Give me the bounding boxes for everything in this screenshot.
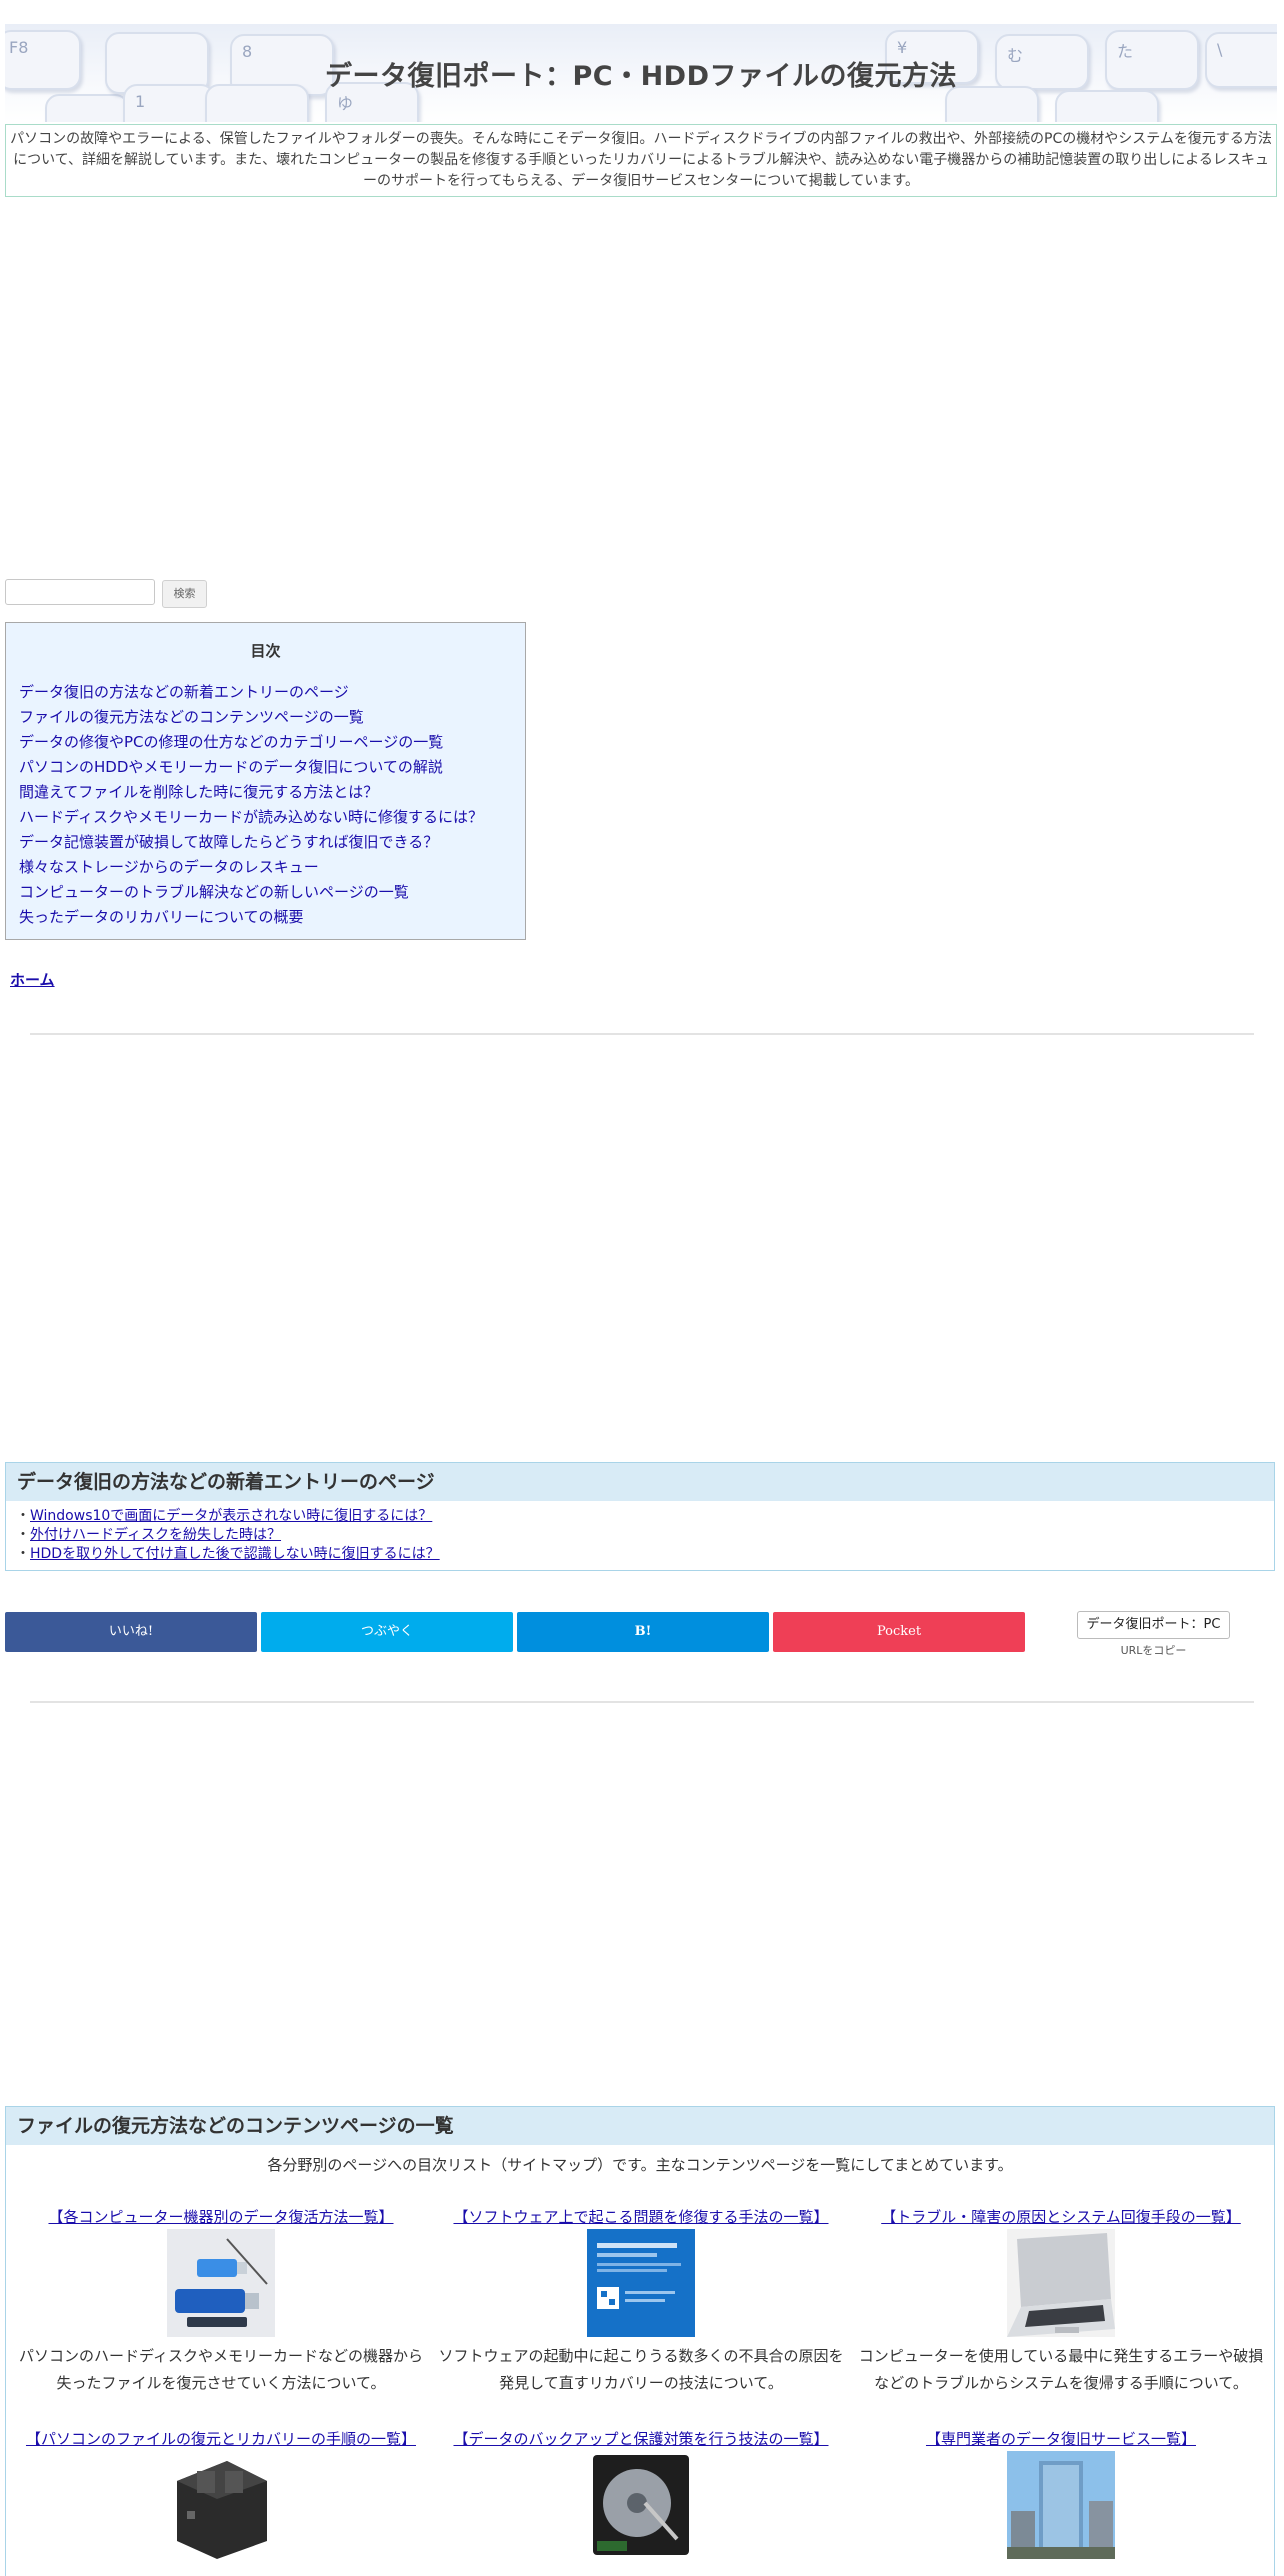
- toc-item: データ記憶装置が破損して故障したらどうすれば復旧できる？: [19, 830, 483, 855]
- toc-link[interactable]: データの修復やPCの修理の仕方などのカテゴリーページの一覧: [19, 733, 443, 751]
- toc-item: ハードディスクやメモリーカードが読み込めない時に修復するには？: [19, 805, 483, 830]
- toc-list: データ復旧の方法などの新着エントリーのページ ファイルの復元方法などのコンテンツ…: [19, 680, 483, 930]
- sitemap-card-link[interactable]: 【トラブル・障害の原因とシステム回復手段の一覧】: [851, 2207, 1271, 2227]
- toc-item: 間違えてファイルを削除した時に復元する方法とは？: [19, 780, 483, 805]
- sitemap-card: 【専門業者のデータ復旧サービス一覧】: [851, 2429, 1271, 2565]
- copy-url-field[interactable]: データ復旧ポート：PC: [1077, 1611, 1230, 1639]
- key-label: ゆ: [337, 94, 354, 113]
- search-input[interactable]: [5, 579, 155, 605]
- key-label: 1: [135, 92, 146, 111]
- toc-item: 失ったデータのリカバリーについての概要: [19, 905, 483, 930]
- blue-screen-error-image[interactable]: [587, 2229, 695, 2337]
- sitemap-card: 【ソフトウェア上で起こる問題を修復する手法の一覧】 ソフトウェアの起動中に起こり…: [431, 2207, 851, 2397]
- sitemap-card-description: ソフトウェアの起動中に起こりうる数多くの不具合の原因を発見して直すリカバリーの技…: [438, 2347, 844, 2392]
- divider: [30, 1701, 1254, 1703]
- twitter-tweet-button[interactable]: つぶやく: [261, 1612, 513, 1652]
- bullet: ・: [16, 1508, 30, 1524]
- toc-link[interactable]: 様々なストレージからのデータのレスキュー: [19, 858, 319, 876]
- list-item: ・Windows10で画面にデータが表示されない時に復旧するには？: [16, 1507, 1274, 1526]
- toc-item: 様々なストレージからのデータのレスキュー: [19, 855, 483, 880]
- toc-link[interactable]: ハードディスクやメモリーカードが読み込めない時に修復するには？: [19, 808, 483, 826]
- copy-url-label: URLをコピー: [1120, 1644, 1187, 1657]
- toc-link[interactable]: ファイルの復元方法などのコンテンツページの一覧: [19, 708, 364, 726]
- hatena-bookmark-button[interactable]: B!: [517, 1612, 769, 1652]
- keyboard-key: [45, 94, 129, 122]
- sitemap-card-link[interactable]: 【ソフトウェア上で起こる問題を修復する手法の一覧】: [431, 2207, 851, 2227]
- toc-item: コンピューターのトラブル解決などの新しいページの一覧: [19, 880, 483, 905]
- toc-link[interactable]: データ復旧の方法などの新着エントリーのページ: [19, 683, 349, 701]
- hdd-dock-image[interactable]: [167, 2451, 275, 2559]
- usb-memory-devices-image[interactable]: [167, 2229, 275, 2337]
- sitemap-card-link[interactable]: 【専門業者のデータ復旧サービス一覧】: [851, 2429, 1271, 2449]
- toc-link[interactable]: 失ったデータのリカバリーについての概要: [19, 908, 304, 926]
- sitemap-intro: 各分野別のページへの目次リスト（サイトマップ）です。主なコンテンツページを一覧に…: [267, 2156, 1013, 2174]
- sitemap-card: 【各コンピューター機器別のデータ復活方法一覧】 パソコンのハードディスクやメモリ…: [11, 2207, 431, 2397]
- site-header: F8 1 8 ゆ ¥ む た \ データ復旧ポート：PC・HDDファイルの復元方…: [5, 24, 1277, 122]
- pocket-button[interactable]: Pocket: [773, 1612, 1025, 1652]
- toc-item: データの修復やPCの修理の仕方などのカテゴリーページの一覧: [19, 730, 483, 755]
- toc-title: 目次: [250, 642, 281, 660]
- sitemap-card: 【データのバックアップと保護対策を行う技法の一覧】: [431, 2429, 851, 2565]
- sitemap-card-link[interactable]: 【パソコンのファイルの復元とリカバリーの手順の一覧】: [11, 2429, 431, 2449]
- keyboard-key: [1055, 90, 1159, 122]
- breadcrumb-home-link[interactable]: ホーム: [10, 969, 55, 990]
- new-entry-link[interactable]: 外付けハードディスクを紛失した時は？: [30, 1527, 281, 1543]
- sitemap-card-description: コンピューターを使用している最中に発生するエラーや破損などのトラブルからシステム…: [858, 2347, 1264, 2392]
- site-description: パソコンの故障やエラーによる、保管したファイルやフォルダーの喪失。そんな時にこそ…: [5, 124, 1277, 197]
- toc-link[interactable]: パソコンのHDDやメモリーカードのデータ復旧についての解説: [19, 758, 443, 776]
- facebook-like-button[interactable]: いいね!: [5, 1612, 257, 1652]
- toc-link[interactable]: 間違えてファイルを削除した時に復元する方法とは？: [19, 783, 378, 801]
- sitemap-section: ファイルの復元方法などのコンテンツページの一覧 各分野別のページへの目次リスト（…: [5, 2106, 1275, 2576]
- sitemap-card: 【トラブル・障害の原因とシステム回復手段の一覧】 コンピューターを使用している最…: [851, 2207, 1271, 2397]
- new-entry-link[interactable]: Windows10で画面にデータが表示されない時に復旧するには？: [30, 1508, 432, 1524]
- site-title[interactable]: データ復旧ポート：PC・HDDファイルの復元方法: [5, 54, 1277, 93]
- table-of-contents: 目次 データ復旧の方法などの新着エントリーのページ ファイルの復元方法などのコン…: [5, 622, 526, 940]
- laptop-computer-image[interactable]: [1007, 2229, 1115, 2337]
- opened-hard-disk-image[interactable]: [587, 2451, 695, 2559]
- toc-item: データ復旧の方法などの新着エントリーのページ: [19, 680, 483, 705]
- sitemap-heading: ファイルの復元方法などのコンテンツページの一覧: [6, 2107, 1274, 2145]
- sitemap-card-description: パソコンのハードディスクやメモリーカードなどの機器から失ったファイルを復元させて…: [19, 2347, 423, 2392]
- bullet: ・: [16, 1527, 30, 1543]
- office-building-image[interactable]: [1007, 2451, 1115, 2559]
- toc-link[interactable]: コンピューターのトラブル解決などの新しいページの一覧: [19, 883, 409, 901]
- list-item: ・HDDを取り外して付け直した後で認識しない時に復旧するには？: [16, 1545, 1274, 1564]
- new-entry-link[interactable]: HDDを取り外して付け直した後で認識しない時に復旧するには？: [30, 1546, 440, 1562]
- list-item: ・外付けハードディスクを紛失した時は？: [16, 1526, 1274, 1545]
- sitemap-card: 【パソコンのファイルの復元とリカバリーの手順の一覧】: [11, 2429, 431, 2565]
- toc-link[interactable]: データ記憶装置が破損して故障したらどうすれば復旧できる？: [19, 833, 438, 851]
- search-button[interactable]: 検索: [162, 580, 207, 608]
- toc-item: パソコンのHDDやメモリーカードのデータ復旧についての解説: [19, 755, 483, 780]
- sitemap-card-link[interactable]: 【データのバックアップと保護対策を行う技法の一覧】: [431, 2429, 851, 2449]
- bullet: ・: [16, 1546, 30, 1562]
- toc-item: ファイルの復元方法などのコンテンツページの一覧: [19, 705, 483, 730]
- divider: [30, 1033, 1254, 1035]
- new-entries-heading: データ復旧の方法などの新着エントリーのページ: [6, 1463, 1274, 1501]
- new-entries-list: ・Windows10で画面にデータが表示されない時に復旧するには？ ・外付けハー…: [6, 1501, 1274, 1564]
- new-entries-section: データ復旧の方法などの新着エントリーのページ ・Windows10で画面にデータ…: [5, 1462, 1275, 1571]
- sitemap-card-link[interactable]: 【各コンピューター機器別のデータ復活方法一覧】: [11, 2207, 431, 2227]
